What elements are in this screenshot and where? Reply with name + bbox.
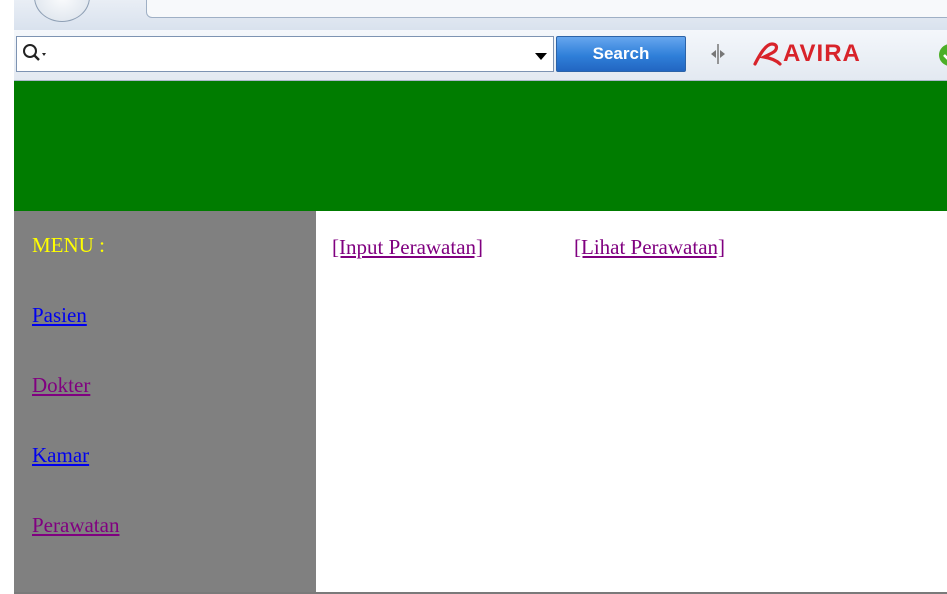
check-circle-icon[interactable] <box>938 43 947 67</box>
web-page: MENU : Pasien Dokter Kamar Perawatan [In… <box>14 81 947 594</box>
avira-logo[interactable]: AVIRA <box>752 39 861 69</box>
back-button[interactable] <box>34 0 90 22</box>
browser-chrome <box>14 0 947 31</box>
sidebar-item-kamar[interactable]: Kamar <box>32 443 89 468</box>
search-button[interactable]: Search <box>556 36 686 72</box>
main-content: [Input Perawatan] [Lihat Perawatan] <box>316 211 947 594</box>
sidebar-menu: MENU : Pasien Dokter Kamar Perawatan <box>14 211 316 594</box>
lihat-perawatan-link[interactable]: [Lihat Perawatan] <box>574 235 725 260</box>
grip-icon[interactable] <box>708 42 728 66</box>
search-icon[interactable] <box>21 42 47 66</box>
sidebar-item-dokter[interactable]: Dokter <box>32 373 90 398</box>
search-toolbar: Search AVIRA <box>14 30 947 81</box>
menu-title: MENU : <box>32 233 105 257</box>
search-input[interactable] <box>61 41 525 69</box>
address-bar[interactable] <box>146 0 947 18</box>
chevron-down-icon[interactable] <box>535 53 547 60</box>
input-perawatan-link[interactable]: [Input Perawatan] <box>332 235 483 260</box>
brand-name: AVIRA <box>783 40 861 67</box>
browser-window: Search AVIRA MENU : Pasien Dokter Kamar … <box>0 0 947 594</box>
header-banner <box>14 81 947 211</box>
sidebar-item-pasien[interactable]: Pasien <box>32 303 87 328</box>
search-box[interactable] <box>16 36 554 72</box>
avira-mark-icon <box>753 42 782 66</box>
sidebar-item-perawatan[interactable]: Perawatan <box>32 513 119 538</box>
